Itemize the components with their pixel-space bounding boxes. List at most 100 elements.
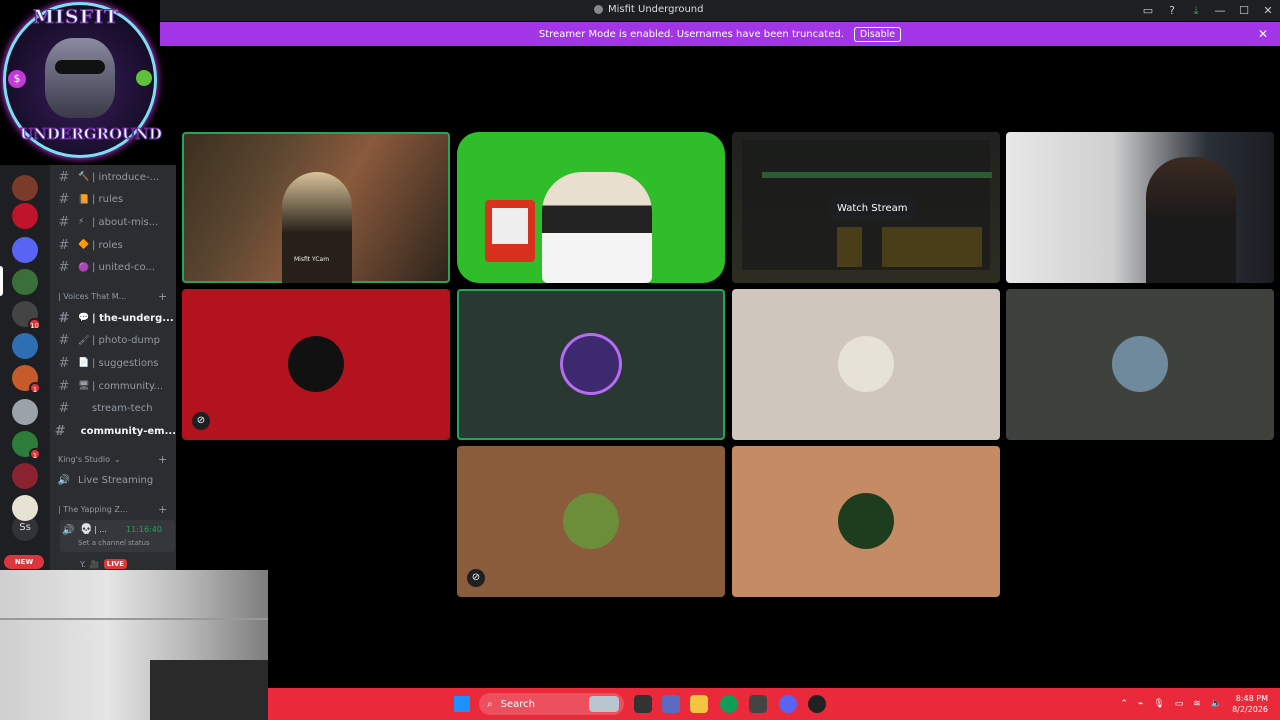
server-icon[interactable]	[12, 333, 38, 359]
stream-icon: 🎥	[89, 559, 100, 569]
clock-date: 8/2/2026	[1232, 705, 1268, 714]
channel-name: | suggestions	[92, 357, 159, 369]
server-icon[interactable]	[12, 495, 38, 521]
live-user-row[interactable]: Y. 🎥 LIVE	[80, 557, 175, 571]
muted-icon: ⊘	[467, 569, 485, 587]
mic-icon[interactable]: 🎙	[1153, 699, 1164, 709]
server-icon[interactable]	[12, 237, 38, 263]
live-user-name: Y.	[80, 559, 86, 569]
channel-list: | Voices That M... + King's Studio ⌄ + 🔊…	[50, 165, 176, 570]
category-kings-studio[interactable]: King's Studio ⌄ +	[58, 453, 167, 466]
search-highlight-image	[589, 696, 619, 712]
new-badge[interactable]: NEW	[4, 555, 44, 569]
voice-user-name: | ...	[94, 525, 107, 534]
server-icon[interactable]	[12, 175, 38, 201]
category-voices[interactable]: | Voices That M... +	[58, 290, 167, 303]
category-label: | Voices That M...	[58, 292, 127, 301]
stream-tile[interactable]: Watch Stream	[732, 132, 1000, 283]
hash-icon: #	[58, 214, 70, 230]
channel-item[interactable]: # stream-tech	[50, 399, 176, 419]
voice-channel-live-streaming[interactable]: 🔊 Live Streaming	[50, 471, 176, 489]
server-icon[interactable]: 10	[12, 301, 41, 330]
channel-status[interactable]: Set a channel status	[78, 539, 150, 547]
participant-tile[interactable]	[732, 289, 1000, 440]
channel-name: | community...	[92, 380, 164, 392]
participant-tile[interactable]: ⊘	[182, 289, 450, 440]
hash-icon: #	[58, 192, 70, 208]
server-icon[interactable]	[12, 399, 38, 425]
minimize-button[interactable]: —	[1208, 4, 1232, 17]
video-tile[interactable]	[1006, 132, 1274, 283]
inbox-icon[interactable]: ▭	[1136, 4, 1160, 17]
channel-item[interactable]: # 📙 | rules	[50, 190, 176, 210]
skull-avatar-icon: 💀	[80, 524, 93, 535]
channel-item[interactable]: # 🔨 | introduce-...	[50, 167, 176, 187]
taskbar-search[interactable]: ⌕ Search	[479, 693, 624, 715]
chevron-up-icon[interactable]: ⌃	[1120, 699, 1128, 709]
channel-emoji: 🟣	[78, 262, 90, 273]
hash-icon: #	[58, 378, 70, 394]
logo-bottom-text: UNDERGROUND	[20, 125, 163, 144]
add-channel-icon[interactable]: +	[158, 453, 167, 466]
add-channel-icon[interactable]: +	[158, 290, 167, 303]
channel-name: | united-co...	[92, 262, 156, 274]
channel-item[interactable]: # 🖥 | community...	[50, 376, 176, 396]
participant-tile[interactable]	[1006, 289, 1274, 440]
clock[interactable]: 8:48 PM 8/2/2026	[1232, 693, 1268, 715]
participant-tile[interactable]	[457, 289, 725, 440]
hash-icon: #	[54, 424, 66, 439]
obs-icon[interactable]	[808, 695, 826, 713]
speaking-icon: 🔊	[62, 525, 75, 536]
network-icon[interactable]: ⌁	[1138, 699, 1143, 709]
hash-icon: #	[58, 169, 70, 185]
channel-item[interactable]: # 🖌 | photo-dump	[50, 331, 176, 351]
stream-logo-overlay: $ MISFIT UNDERGROUND	[0, 0, 163, 165]
category-yapping[interactable]: | The Yapping Z... +	[58, 503, 167, 516]
windows-start-icon[interactable]	[454, 696, 470, 712]
stream-preview-block	[882, 227, 907, 267]
store-icon[interactable]	[749, 695, 767, 713]
edge-browser-icon[interactable]	[720, 695, 738, 713]
display-icon[interactable]: ▭	[1175, 699, 1184, 709]
close-window-button[interactable]: ✕	[1256, 4, 1280, 17]
help-icon[interactable]: ?	[1160, 4, 1184, 17]
video-tile[interactable]	[457, 132, 725, 283]
title-bar-controls: ▭ ? ⤓ — ☐ ✕	[1136, 0, 1280, 21]
server-icon[interactable]	[12, 463, 38, 489]
maximize-button[interactable]: ☐	[1232, 4, 1256, 17]
channel-item[interactable]: # community-em...	[50, 422, 176, 442]
mention-badge: 1	[29, 382, 41, 394]
copilot-icon[interactable]	[662, 695, 680, 713]
file-explorer-icon[interactable]	[690, 695, 708, 713]
channel-item[interactable]: # 📄 | suggestions	[50, 353, 176, 373]
participant-tile[interactable]	[732, 446, 1000, 597]
server-icon[interactable]: 1	[12, 431, 41, 460]
voice-user-panel[interactable]: 🔊 💀 | ... 11:16:40 Set a channel status	[60, 520, 175, 552]
wifi-icon[interactable]: ≋	[1193, 699, 1201, 709]
close-icon[interactable]: ✕	[1258, 27, 1268, 41]
watch-stream-button[interactable]: Watch Stream	[829, 198, 916, 219]
participant-tile[interactable]: ⊘	[457, 446, 725, 597]
taskbar: ⌕ Search ⌃ ⌁ 🎙 ▭ ≋ 🔈 8:48 PM 8/2/2026	[268, 688, 1280, 720]
channel-item[interactable]: # 💬 | the-underg...	[50, 308, 176, 328]
channel-item[interactable]: # 🔶 | roles	[50, 235, 176, 255]
search-icon: ⌕	[487, 698, 493, 710]
video-tile[interactable]: Misfit YCam	[182, 132, 450, 283]
disable-streamer-mode-button[interactable]: Disable	[853, 26, 902, 42]
channel-item[interactable]: # ⚡ | about-mis...	[50, 212, 176, 232]
server-icon[interactable]	[12, 269, 38, 295]
channel-emoji: 🔶	[78, 240, 90, 251]
server-icon[interactable]	[12, 203, 38, 229]
stream-preview-block	[957, 227, 982, 267]
raccoon-mascot-icon	[45, 38, 115, 118]
channel-name: | rules	[92, 194, 124, 206]
add-channel-icon[interactable]: +	[158, 503, 167, 516]
download-icon[interactable]: ⤓	[1184, 4, 1208, 18]
server-icon	[594, 5, 603, 14]
task-view-icon[interactable]	[634, 695, 652, 713]
discord-icon[interactable]	[779, 695, 797, 713]
stream-preview-block	[907, 227, 932, 267]
volume-icon[interactable]: 🔈	[1211, 699, 1222, 709]
channel-item[interactable]: # 🟣 | united-co...	[50, 258, 176, 278]
server-icon[interactable]: 1	[12, 365, 41, 394]
